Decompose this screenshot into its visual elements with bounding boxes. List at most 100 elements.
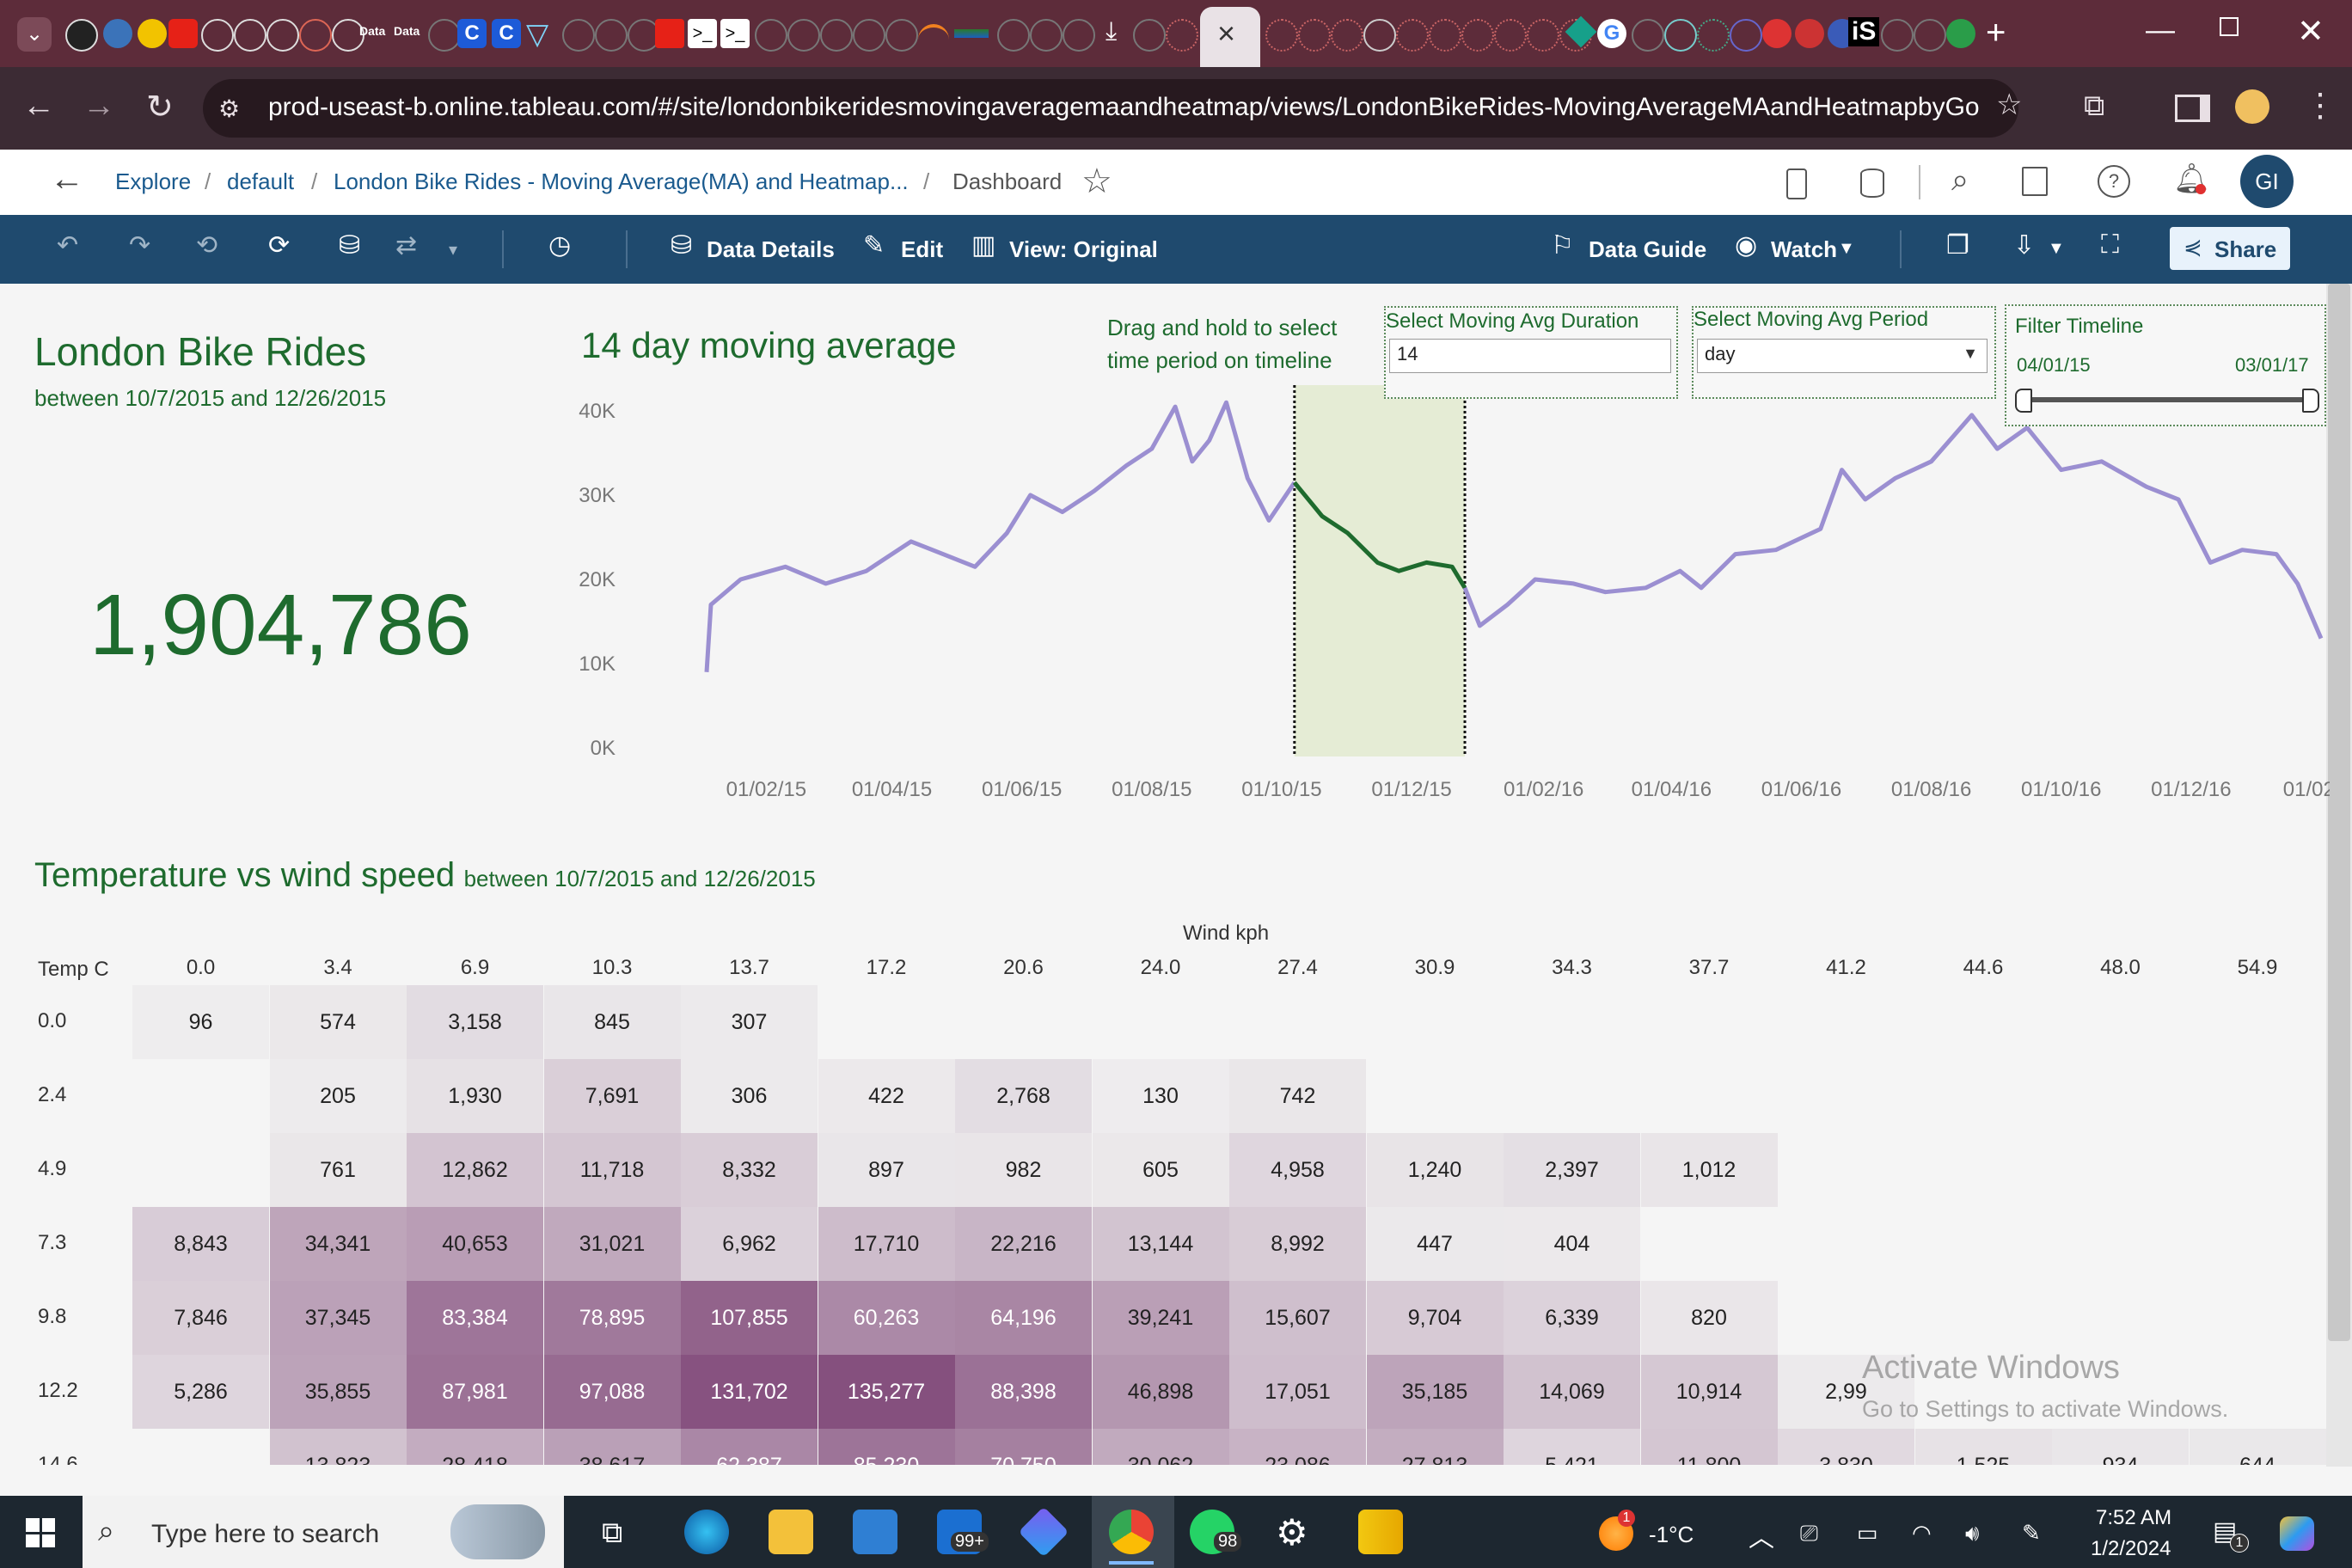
tab-favicon[interactable] — [168, 19, 198, 48]
heatmap-cell[interactable]: 39,241 — [1092, 1281, 1229, 1355]
heatmap-cell[interactable]: 761 — [269, 1133, 407, 1207]
tab-favicon[interactable] — [1265, 19, 1298, 52]
heatmap-cell[interactable]: 205 — [269, 1059, 407, 1133]
tab-data-badge[interactable]: Data — [359, 24, 385, 38]
heatmap-cell[interactable]: 107,855 — [681, 1281, 818, 1355]
tab-c-favicon[interactable]: C — [492, 19, 521, 48]
bookmark-star-icon[interactable]: ☆ — [1996, 88, 2022, 122]
heatmap-cell[interactable]: 306 — [681, 1059, 818, 1133]
reload-icon[interactable]: ↻ — [146, 88, 174, 126]
tab-favicon[interactable] — [1030, 19, 1063, 52]
tab-c-favicon[interactable]: C — [457, 19, 487, 48]
user-avatar[interactable]: GI — [2240, 155, 2294, 208]
tab-favicon[interactable] — [201, 19, 234, 52]
chrome-menu-icon[interactable]: ⋮ — [2304, 86, 2337, 125]
clock-time[interactable]: 7:52 AM — [2096, 1506, 2171, 1530]
undo-icon[interactable]: ↶ — [57, 230, 78, 260]
timeline-slider-start-handle[interactable] — [2015, 389, 2032, 413]
heatmap-cell[interactable]: 88,398 — [955, 1355, 1092, 1429]
chrome-icon[interactable] — [1109, 1510, 1154, 1554]
meet-now-icon[interactable]: ⎚ — [1800, 1520, 1818, 1547]
heatmap-cell[interactable]: 130 — [1092, 1059, 1229, 1133]
heatmap-cell[interactable]: 13,144 — [1092, 1207, 1229, 1281]
back-arrow-icon[interactable]: ← — [50, 160, 84, 199]
heatmap-cell[interactable]: 1,012 — [1640, 1133, 1778, 1207]
data-source-icon[interactable] — [1860, 168, 1884, 198]
data-details-button[interactable]: Data Details — [707, 236, 835, 263]
replay-icon[interactable]: ⇄ — [395, 230, 417, 260]
heatmap-cell[interactable]: 40,653 — [407, 1207, 543, 1281]
tab-favicon[interactable] — [1881, 19, 1914, 52]
heatmap-cell[interactable]: 37,345 — [269, 1281, 407, 1355]
timeline-slider-end-handle[interactable] — [2302, 389, 2319, 413]
watch-button[interactable]: Watch — [1771, 236, 1837, 263]
moving-average-chart[interactable]: 40K 30K 20K 10K 0K 01/02/15 01/04/15 01/06/15 0… — [550, 378, 2330, 825]
heatmap-cell[interactable]: 87,981 — [407, 1355, 543, 1429]
side-panel-icon[interactable] — [2175, 95, 2210, 122]
terminal-favicon[interactable]: >_ — [720, 19, 750, 48]
wifi-icon[interactable]: ◠ — [1912, 1520, 1932, 1547]
heatmap-cell[interactable]: 422 — [818, 1059, 955, 1133]
extensions-icon[interactable]: ⧉ — [2084, 89, 2104, 123]
heatmap-cell[interactable]: 2,397 — [1504, 1133, 1640, 1207]
tab-v-favicon[interactable]: ▽ — [526, 17, 548, 52]
back-icon[interactable]: ← — [22, 88, 55, 125]
tab-favicon[interactable] — [1429, 19, 1461, 52]
heatmap-cell[interactable]: 845 — [543, 985, 681, 1059]
tab-favicon[interactable] — [138, 19, 167, 48]
copilot-tray-icon[interactable] — [2280, 1516, 2314, 1551]
tab-search-button[interactable]: ⌄ — [17, 17, 52, 52]
heatmap-cell[interactable]: 404 — [1504, 1207, 1640, 1281]
tab-favicon[interactable] — [65, 19, 98, 52]
tab-favicon[interactable] — [1331, 19, 1363, 52]
pen-icon[interactable]: ✎ — [2022, 1520, 2041, 1547]
heatmap-cell[interactable]: 131,702 — [681, 1355, 818, 1429]
data-guide-icon[interactable]: ⚐ — [1551, 230, 1574, 260]
heatmap-cell[interactable]: 135,277 — [818, 1355, 955, 1429]
tab-favicon[interactable] — [997, 19, 1030, 52]
heatmap-cell[interactable]: 2,768 — [955, 1059, 1092, 1133]
new-tab-button[interactable]: + — [1986, 14, 2006, 52]
duration-input[interactable]: 14 — [1389, 339, 1671, 373]
site-info-icon[interactable]: ⚙ — [218, 95, 240, 123]
close-window-button[interactable]: ✕ — [2297, 12, 2324, 51]
favorite-star-icon[interactable]: ☆ — [1081, 162, 1112, 201]
tab-favicon[interactable] — [1494, 19, 1527, 52]
heatmap-cell[interactable]: 10,914 — [1640, 1355, 1778, 1429]
tab-favicon[interactable] — [1632, 19, 1664, 52]
heatmap-cell[interactable]: 11,718 — [543, 1133, 681, 1207]
tab-favicon[interactable] — [918, 24, 949, 45]
heatmap-cell[interactable]: 605 — [1092, 1133, 1229, 1207]
active-tab[interactable]: × — [1200, 7, 1260, 67]
terminal-favicon[interactable]: >_ — [688, 19, 717, 48]
heatmap-cell[interactable]: 7,846 — [132, 1281, 269, 1355]
clock-date[interactable]: 1/2/2024 — [2091, 1537, 2171, 1561]
weather-temperature[interactable]: -1°C — [1649, 1522, 1694, 1548]
download-dropdown-icon[interactable]: ▼ — [2048, 239, 2065, 259]
heatmap-cell[interactable]: 35,185 — [1366, 1355, 1504, 1429]
recents-icon[interactable] — [2022, 167, 2048, 196]
heatmap-cell[interactable]: 46,898 — [1092, 1355, 1229, 1429]
download-icon[interactable]: ⤓ — [1106, 17, 1117, 46]
windows-start-icon[interactable] — [26, 1518, 55, 1547]
heatmap-cell[interactable]: 1,930 — [407, 1059, 543, 1133]
refresh-icon[interactable]: ⟳ — [268, 230, 290, 260]
tab-data-badge[interactable]: Data — [394, 24, 420, 38]
tab-favicon[interactable] — [885, 19, 918, 52]
heatmap-cell[interactable]: 8,332 — [681, 1133, 818, 1207]
breadcrumb-workbook[interactable]: London Bike Rides - Moving Average(MA) a… — [334, 168, 909, 195]
view-original-button[interactable]: View: Original — [1009, 236, 1158, 263]
tab-favicon[interactable] — [299, 19, 332, 52]
minimize-window-button[interactable]: — — [2146, 14, 2175, 47]
tab-is-favicon[interactable]: iS — [1848, 17, 1880, 46]
heatmap-cell[interactable]: 34,341 — [269, 1207, 407, 1281]
redo-icon[interactable]: ↷ — [129, 230, 150, 260]
tab-favicon[interactable] — [1133, 19, 1166, 52]
data-details-icon[interactable]: ⛁ — [671, 230, 692, 260]
device-preview-icon[interactable] — [1786, 168, 1807, 199]
heatmap-cell[interactable]: 78,895 — [543, 1281, 681, 1355]
view-icon[interactable]: ▥ — [971, 230, 995, 260]
heatmap-cell[interactable]: 83,384 — [407, 1281, 543, 1355]
comments-icon[interactable]: ❐ — [1946, 230, 1969, 260]
tab-favicon[interactable] — [820, 19, 853, 52]
